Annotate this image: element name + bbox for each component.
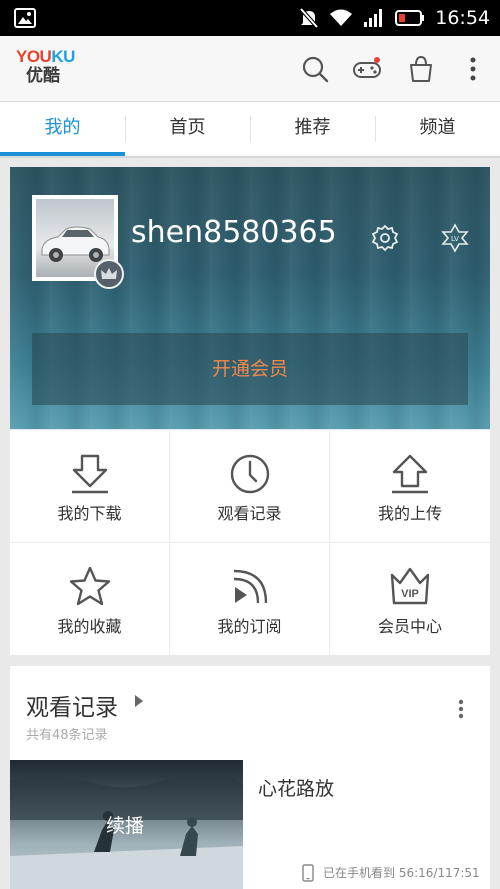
watch-history-section: 观看记录 共有48条记录 续播 心花路放 已在手机看到 56:16/117:51 [10, 666, 490, 889]
clock-icon [230, 454, 269, 494]
logo-text-cn: 优酷 [26, 66, 60, 86]
video-title[interactable]: 心花路放 [258, 774, 334, 801]
profile-card: shen8580365 LV 开通会员 [10, 167, 490, 429]
settings-gear-icon[interactable] [370, 223, 400, 253]
tab-mine[interactable]: 我的 [0, 102, 125, 156]
download-icon [71, 454, 108, 494]
level-badge-icon[interactable]: LV [440, 223, 470, 253]
grid-item-uploads[interactable]: 我的上传 [330, 430, 490, 543]
open-membership-button[interactable]: 开通会员 [32, 333, 468, 405]
grid-item-history[interactable]: 观看记录 [170, 430, 330, 543]
history-count: 共有48条记录 [26, 728, 108, 743]
grid-label: 观看记录 [217, 504, 282, 523]
star-icon [69, 566, 110, 605]
tab-recommend[interactable]: 推荐 [250, 102, 375, 156]
status-bar: 16:54 [0, 0, 500, 36]
main-tabs: 我的 首页 推荐 频道 [0, 102, 500, 156]
tab-channels[interactable]: 频道 [375, 102, 500, 156]
status-time: 16:54 [435, 7, 490, 29]
history-title[interactable]: 观看记录 [26, 688, 118, 722]
grid-item-favorites[interactable]: 我的收藏 [10, 542, 170, 655]
grid-label: 我的收藏 [57, 616, 122, 636]
video-thumbnail[interactable]: 续播 [10, 760, 243, 889]
grid-label: 我的上传 [377, 504, 442, 523]
shopping-bag-icon[interactable] [406, 54, 436, 84]
watch-progress: 已在手机看到 56:16/117:51 [323, 866, 480, 880]
subscribe-icon [233, 569, 267, 603]
more-options-icon[interactable] [458, 699, 464, 719]
battery-icon [395, 10, 425, 26]
grid-item-downloads[interactable]: 我的下载 [10, 430, 170, 543]
resume-play-label: 续播 [106, 815, 145, 837]
grid-label: 我的下载 [57, 504, 122, 523]
upload-icon [392, 454, 428, 494]
wifi-icon [330, 9, 353, 26]
feature-grid: 我的下载 观看记录 我的上传 我的收藏 我的订阅 VIP 会员中心 [10, 430, 490, 655]
app-header: YOUKU 优酷 [0, 36, 500, 102]
vip-text: VIP [401, 588, 419, 600]
more-menu-icon[interactable] [458, 54, 488, 84]
phone-icon [302, 864, 314, 882]
chevron-right-icon[interactable] [134, 694, 144, 708]
logo-text-en: YOUKU [16, 47, 75, 66]
gamepad-icon[interactable] [352, 54, 382, 84]
username: shen8580365 [131, 215, 337, 250]
grid-item-vip-center[interactable]: VIP 会员中心 [330, 543, 490, 656]
tabs-divider [0, 156, 500, 158]
signal-icon [364, 9, 383, 27]
svg-text:LV: LV [451, 235, 459, 243]
mute-icon [299, 7, 319, 29]
grid-label: 我的订阅 [217, 616, 282, 636]
grid-item-subscriptions[interactable]: 我的订阅 [170, 542, 330, 655]
grid-label: 会员中心 [377, 616, 442, 636]
image-notification-icon [14, 8, 36, 28]
search-icon[interactable] [300, 54, 330, 84]
tab-home[interactable]: 首页 [125, 102, 250, 156]
crown-badge-icon [94, 259, 124, 289]
vip-crown-icon: VIP [390, 567, 430, 604]
youku-logo[interactable]: YOUKU 优酷 [16, 48, 76, 92]
